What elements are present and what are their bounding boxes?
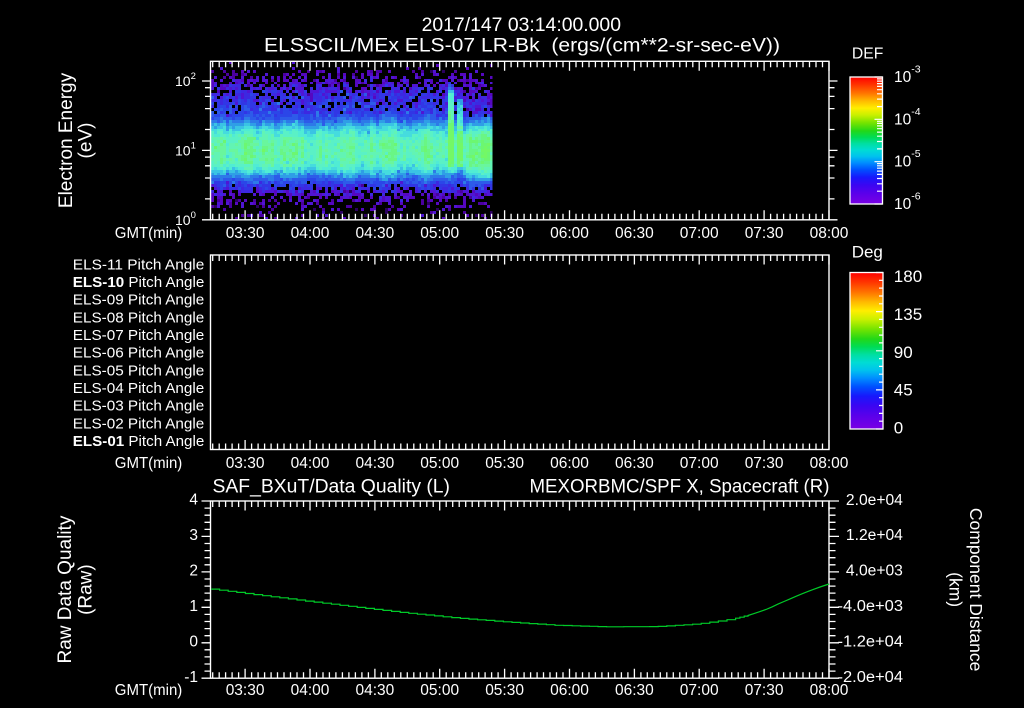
svg-text:0: 0	[894, 418, 903, 437]
svg-text:05:30: 05:30	[485, 455, 524, 472]
svg-text:GMT(min): GMT(min)	[115, 682, 183, 699]
svg-text:05:30: 05:30	[485, 682, 524, 699]
svg-text:0: 0	[189, 633, 198, 650]
svg-text:-2.0e+04: -2.0e+04	[838, 669, 904, 686]
svg-text:07:30: 07:30	[745, 225, 784, 242]
svg-text:05:00: 05:00	[420, 682, 459, 699]
svg-text:1.2e+04: 1.2e+04	[846, 527, 903, 544]
svg-text:ELS-10 Pitch Angle: ELS-10 Pitch Angle	[73, 274, 205, 291]
svg-text:07:00: 07:00	[680, 455, 719, 472]
svg-text:4: 4	[189, 492, 198, 509]
svg-text:10-3: 10-3	[894, 64, 921, 87]
svg-text:04:30: 04:30	[356, 455, 395, 472]
svg-text:101: 101	[175, 140, 196, 158]
svg-text:Raw Data Quality: Raw Data Quality	[55, 515, 76, 663]
svg-text:2: 2	[189, 563, 198, 580]
svg-text:2017/147 03:14:00.000: 2017/147 03:14:00.000	[422, 15, 621, 36]
svg-text:04:00: 04:00	[291, 455, 330, 472]
svg-text:ELS-01 Pitch Angle: ELS-01 Pitch Angle	[73, 433, 205, 450]
svg-text:MEXORBMC/SPF X, Spacecraft (R): MEXORBMC/SPF X, Spacecraft (R)	[530, 477, 830, 498]
svg-text:2.0e+04: 2.0e+04	[846, 492, 903, 509]
svg-text:04:30: 04:30	[356, 682, 395, 699]
svg-text:08:00: 08:00	[810, 455, 849, 472]
svg-text:GMT(min): GMT(min)	[115, 225, 183, 242]
svg-text:07:30: 07:30	[745, 455, 784, 472]
svg-text:135: 135	[894, 305, 922, 324]
svg-text:03:30: 03:30	[226, 682, 265, 699]
svg-text:06:30: 06:30	[615, 682, 654, 699]
svg-text:06:00: 06:00	[550, 225, 589, 242]
svg-text:90: 90	[894, 343, 913, 362]
svg-text:1: 1	[189, 598, 198, 615]
svg-text:07:30: 07:30	[745, 682, 784, 699]
svg-text:10-4: 10-4	[894, 106, 921, 129]
svg-text:SAF_BXuT/Data Quality (L): SAF_BXuT/Data Quality (L)	[213, 477, 451, 498]
svg-text:(km): (km)	[946, 572, 966, 607]
svg-text:ELS-07 Pitch Angle: ELS-07 Pitch Angle	[73, 327, 205, 344]
svg-text:05:00: 05:00	[420, 225, 459, 242]
svg-text:06:30: 06:30	[615, 225, 654, 242]
svg-text:ELS-06 Pitch Angle: ELS-06 Pitch Angle	[73, 345, 205, 362]
svg-text:Component Distance: Component Distance	[966, 508, 986, 671]
svg-text:06:30: 06:30	[615, 455, 654, 472]
svg-text:3: 3	[189, 527, 198, 544]
svg-text:DEF: DEF	[852, 46, 883, 63]
svg-text:102: 102	[175, 71, 196, 89]
svg-text:ELS-08 Pitch Angle: ELS-08 Pitch Angle	[73, 309, 205, 326]
svg-text:(Raw): (Raw)	[76, 564, 97, 615]
svg-text:-1: -1	[184, 669, 198, 686]
svg-text:ELS-11 Pitch Angle: ELS-11 Pitch Angle	[73, 256, 205, 273]
svg-text:Deg: Deg	[852, 242, 883, 261]
svg-text:ELS-04 Pitch Angle: ELS-04 Pitch Angle	[73, 380, 205, 397]
svg-text:ELS-05 Pitch Angle: ELS-05 Pitch Angle	[73, 362, 205, 379]
svg-text:04:00: 04:00	[291, 682, 330, 699]
svg-text:04:00: 04:00	[291, 225, 330, 242]
svg-text:ELS-02 Pitch Angle: ELS-02 Pitch Angle	[73, 415, 205, 432]
svg-text:-1.2e+04: -1.2e+04	[838, 634, 904, 651]
svg-text:Electron Energy: Electron Energy	[56, 72, 77, 208]
svg-text:03:30: 03:30	[226, 225, 265, 242]
svg-text:(eV): (eV)	[76, 123, 97, 159]
svg-text:07:00: 07:00	[680, 682, 719, 699]
svg-text:10-6: 10-6	[894, 191, 921, 214]
svg-text:180: 180	[894, 267, 922, 286]
svg-text:ELS-03 Pitch Angle: ELS-03 Pitch Angle	[73, 398, 205, 415]
svg-text:-4.0e+03: -4.0e+03	[838, 598, 904, 615]
svg-text:4.0e+03: 4.0e+03	[846, 563, 903, 580]
svg-text:05:30: 05:30	[485, 225, 524, 242]
svg-text:03:30: 03:30	[226, 455, 265, 472]
svg-text:07:00: 07:00	[680, 225, 719, 242]
svg-text:06:00: 06:00	[550, 455, 589, 472]
svg-text:GMT(min): GMT(min)	[115, 455, 183, 472]
svg-text:08:00: 08:00	[810, 225, 849, 242]
svg-text:ELS-09 Pitch Angle: ELS-09 Pitch Angle	[73, 292, 205, 309]
svg-text:10-5: 10-5	[894, 148, 921, 171]
svg-text:06:00: 06:00	[550, 682, 589, 699]
svg-text:45: 45	[894, 381, 913, 400]
svg-text:ELSSCIL/MEx ELS-07 LR-Bk (erg: ELSSCIL/MEx ELS-07 LR-Bk (ergs/(cm**2-sr…	[264, 36, 780, 57]
svg-text:05:00: 05:00	[420, 455, 459, 472]
svg-text:04:30: 04:30	[356, 225, 395, 242]
